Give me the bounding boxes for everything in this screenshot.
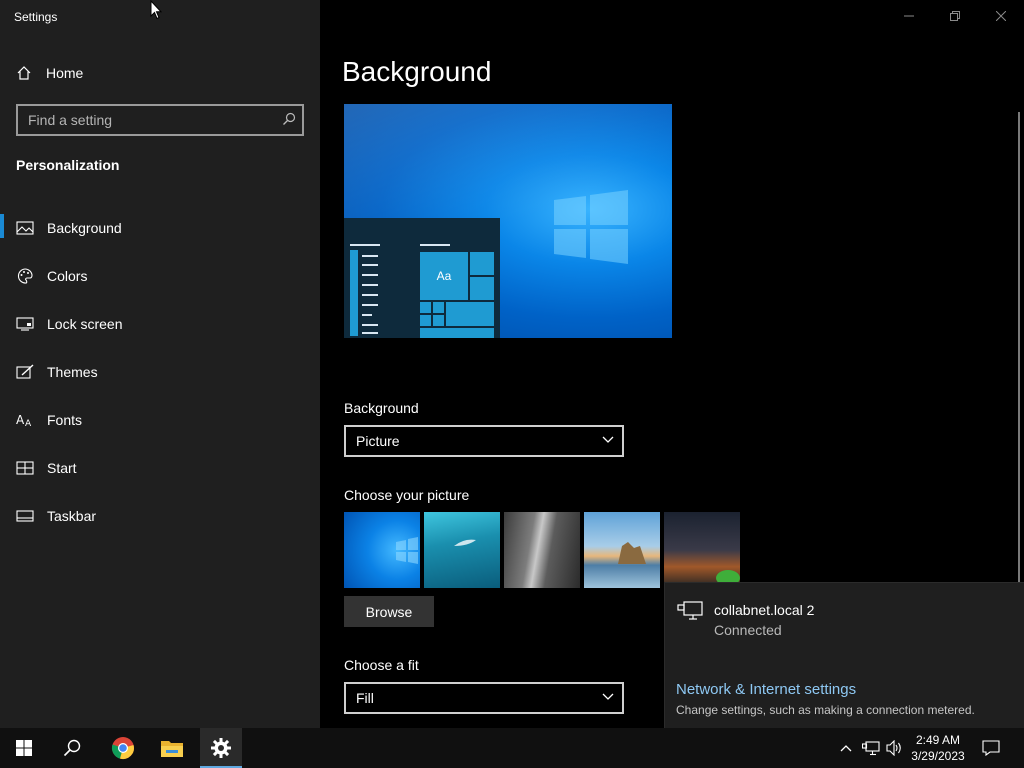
restore-icon [950, 11, 960, 21]
taskbar-icon [16, 507, 34, 525]
preview-tile-text: Aa [419, 251, 469, 301]
sidebar-item-label: Start [47, 460, 77, 476]
picture-icon [16, 219, 34, 237]
taskbar-search-button[interactable] [48, 728, 96, 768]
ethernet-icon [677, 601, 703, 620]
font-icon: AA [16, 411, 34, 429]
minimize-button[interactable] [886, 0, 932, 32]
fit-dropdown[interactable]: Fill [344, 682, 624, 714]
action-center-button[interactable] [968, 728, 1014, 768]
scrollbar[interactable] [1018, 112, 1020, 582]
sidebar-item-taskbar[interactable]: Taskbar [0, 492, 320, 540]
show-hidden-icons-button[interactable] [834, 728, 858, 768]
app-title: Settings [14, 10, 58, 24]
clock-time: 2:49 AM [915, 733, 961, 747]
windows-logo-icon [554, 190, 628, 264]
section-title: Personalization [16, 157, 120, 173]
chrome-taskbar-button[interactable] [99, 728, 147, 768]
notification-icon [982, 740, 1000, 756]
volume-tray-button[interactable] [883, 728, 907, 768]
file-explorer-taskbar-button[interactable] [148, 728, 196, 768]
background-label: Background [344, 400, 419, 416]
choose-fit-label: Choose a fit [344, 657, 419, 673]
sidebar-item-start[interactable]: Start [0, 444, 320, 492]
sidebar-item-fonts[interactable]: AA Fonts [0, 396, 320, 444]
picture-thumbnail[interactable] [664, 512, 740, 588]
sidebar-item-colors[interactable]: Colors [0, 252, 320, 300]
search-icon [63, 739, 81, 757]
folder-icon [161, 741, 183, 757]
network-status: Connected [714, 622, 782, 638]
picture-thumbnail[interactable] [504, 512, 580, 588]
palette-icon [16, 267, 34, 285]
close-button[interactable] [978, 0, 1024, 32]
speaker-icon [886, 740, 901, 756]
home-label: Home [46, 65, 84, 81]
network-settings-description: Change settings, such as making a connec… [676, 703, 975, 717]
network-settings-link[interactable]: Network & Internet settings [676, 681, 856, 698]
settings-taskbar-button[interactable] [200, 728, 242, 768]
taskbar-clock[interactable]: 2:49 AM 3/29/2023 [905, 732, 971, 764]
monitor-icon [16, 315, 34, 333]
page-title: Background [342, 56, 492, 87]
network-name[interactable]: collabnet.local 2 [714, 602, 814, 618]
home-link[interactable]: Home [16, 62, 83, 84]
sidebar-item-label: Colors [47, 268, 88, 284]
search-box[interactable] [16, 104, 304, 136]
network-flyout: collabnet.local 2 Connected Network & In… [664, 582, 1024, 728]
ethernet-icon [862, 740, 880, 755]
mouse-cursor-icon [150, 0, 162, 20]
picture-thumbnail[interactable] [584, 512, 660, 588]
chrome-icon [111, 737, 134, 759]
svg-text:A: A [25, 419, 32, 428]
sidebar-nav: Background Colors Lock screen Themes AA … [0, 204, 320, 540]
desktop-preview: Aa [344, 104, 672, 338]
chevron-up-icon [840, 745, 852, 752]
picture-thumbnail[interactable] [344, 512, 420, 588]
sidebar-item-background[interactable]: Background [0, 204, 320, 252]
sidebar-item-lock-screen[interactable]: Lock screen [0, 300, 320, 348]
sidebar-item-themes[interactable]: Themes [0, 348, 320, 396]
chevron-down-icon [602, 693, 614, 700]
start-menu-preview: Aa [344, 218, 500, 338]
restore-button[interactable] [932, 0, 978, 32]
chevron-down-icon [602, 436, 614, 443]
background-dropdown-value: Picture [356, 433, 400, 449]
minimize-icon [904, 15, 914, 17]
windows-logo-icon [16, 740, 32, 756]
clock-date: 3/29/2023 [911, 749, 965, 763]
taskbar: 2:49 AM 3/29/2023 [0, 728, 1024, 768]
sidebar-item-label: Lock screen [47, 316, 123, 332]
browse-button[interactable]: Browse [344, 596, 434, 627]
sidebar-item-label: Background [47, 220, 122, 236]
search-icon[interactable] [282, 112, 296, 126]
svg-text:A: A [16, 413, 25, 427]
search-input[interactable] [18, 106, 278, 134]
start-button[interactable] [0, 728, 48, 768]
gear-icon [211, 738, 231, 758]
choose-picture-label: Choose your picture [344, 487, 470, 503]
network-tray-button[interactable] [859, 728, 883, 768]
picture-thumbnail[interactable] [424, 512, 500, 588]
close-icon [996, 11, 1006, 21]
brush-icon [16, 363, 34, 381]
background-dropdown[interactable]: Picture [344, 425, 624, 457]
sidebar-item-label: Themes [47, 364, 98, 380]
fit-dropdown-value: Fill [356, 690, 374, 706]
home-icon [17, 66, 31, 80]
start-grid-icon [16, 459, 34, 477]
sidebar: Settings Home Personalization Background… [0, 0, 320, 728]
sidebar-item-label: Taskbar [47, 508, 97, 524]
sidebar-item-label: Fonts [47, 412, 83, 428]
